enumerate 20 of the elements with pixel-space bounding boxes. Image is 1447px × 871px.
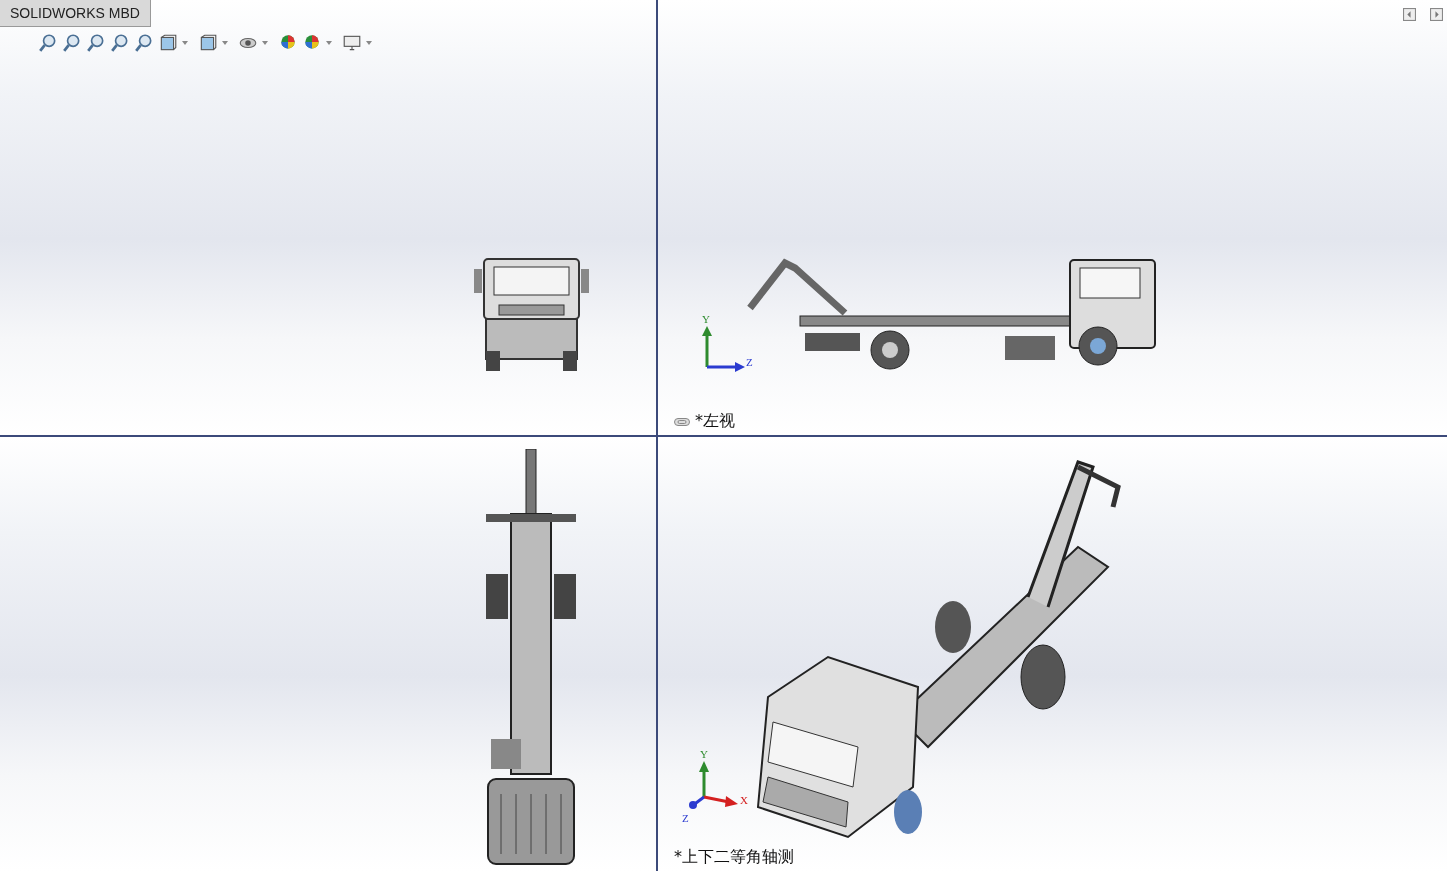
caret-icon[interactable] — [366, 41, 372, 45]
caret-icon[interactable] — [222, 41, 228, 45]
view-name-label: *上下二等角轴测 — [674, 847, 794, 868]
display-style-icon[interactable] — [198, 33, 218, 53]
expand-right-icon[interactable] — [1430, 8, 1443, 21]
z-axis-label: Z — [746, 357, 753, 368]
y-axis-label: Y — [700, 749, 708, 760]
mbd-tab[interactable]: SOLIDWORKS MBD — [0, 0, 151, 27]
view-name-label: *左视 — [695, 411, 735, 432]
caret-icon[interactable] — [326, 41, 332, 45]
x-axis-label: X — [740, 795, 748, 806]
zoom-area-icon[interactable] — [62, 33, 82, 53]
collapse-left-icon[interactable] — [1403, 8, 1416, 21]
caret-icon[interactable] — [262, 41, 268, 45]
z-axis-label: Z — [682, 813, 689, 824]
monitor-icon[interactable] — [342, 33, 362, 53]
y-axis-label: Y — [702, 314, 710, 325]
caret-icon[interactable] — [182, 41, 188, 45]
zoom-to-fit-icon[interactable] — [38, 33, 58, 53]
view-orientation-icon[interactable] — [158, 33, 178, 53]
